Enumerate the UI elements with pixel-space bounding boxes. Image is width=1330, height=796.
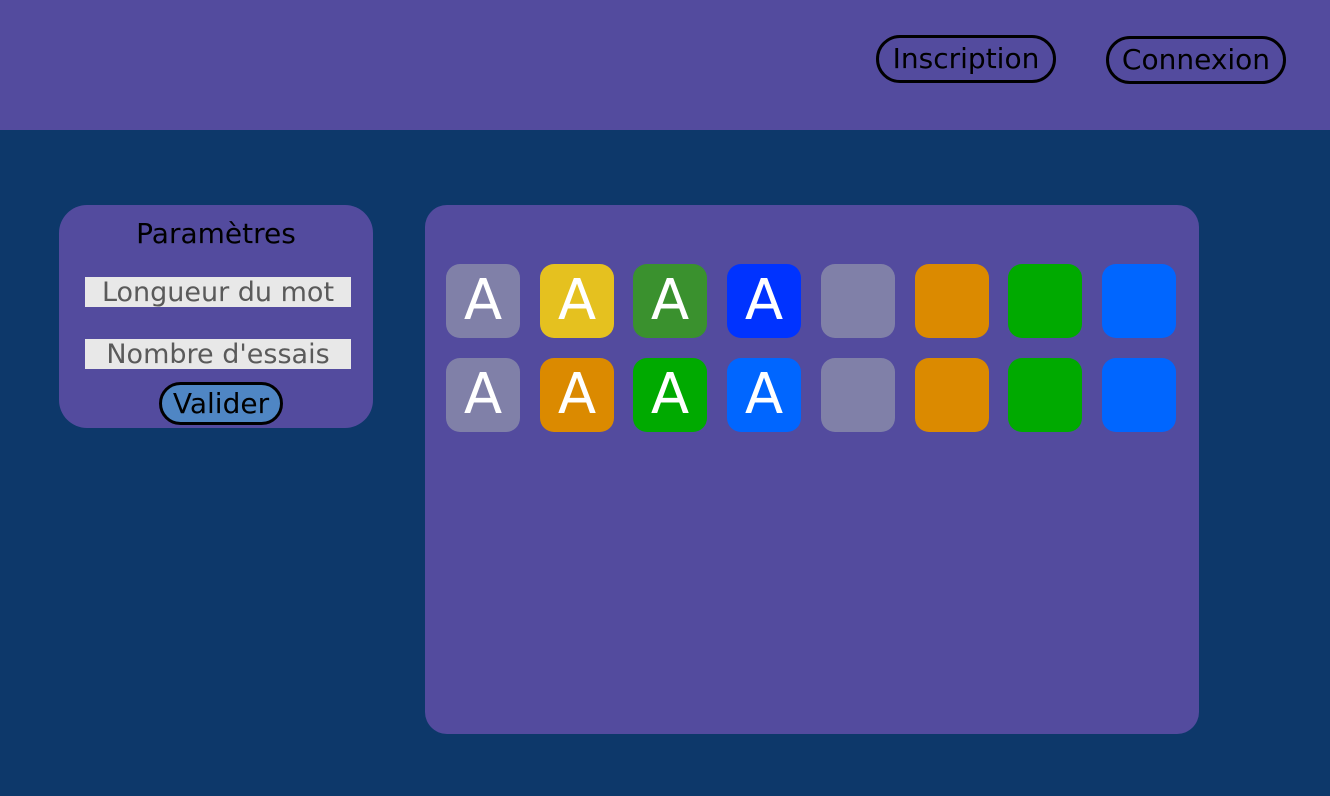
letter-tile: A [540, 358, 614, 432]
settings-title: Paramètres [136, 217, 296, 250]
letter-tile: A [446, 264, 520, 338]
settings-panel: Paramètres Valider [59, 205, 373, 428]
game-board: AAAAAAAA [425, 205, 1199, 734]
letter-tile: A [633, 358, 707, 432]
signup-button[interactable]: Inscription [876, 35, 1056, 83]
letter-tile [1008, 264, 1082, 338]
letter-tile: A [727, 264, 801, 338]
word-length-input[interactable] [85, 277, 351, 307]
letter-tile [915, 358, 989, 432]
letter-tile: A [633, 264, 707, 338]
letter-tile: A [727, 358, 801, 432]
letter-tile [1102, 264, 1176, 338]
submit-button[interactable]: Valider [159, 382, 283, 425]
letter-tile [821, 264, 895, 338]
top-bar: Inscription Connexion [0, 0, 1330, 130]
letter-tile [821, 358, 895, 432]
letter-tile: A [540, 264, 614, 338]
letter-tile [915, 264, 989, 338]
login-button[interactable]: Connexion [1106, 36, 1286, 84]
letter-tile: A [446, 358, 520, 432]
attempts-input[interactable] [85, 339, 351, 369]
letter-tile [1008, 358, 1082, 432]
letter-tile [1102, 358, 1176, 432]
